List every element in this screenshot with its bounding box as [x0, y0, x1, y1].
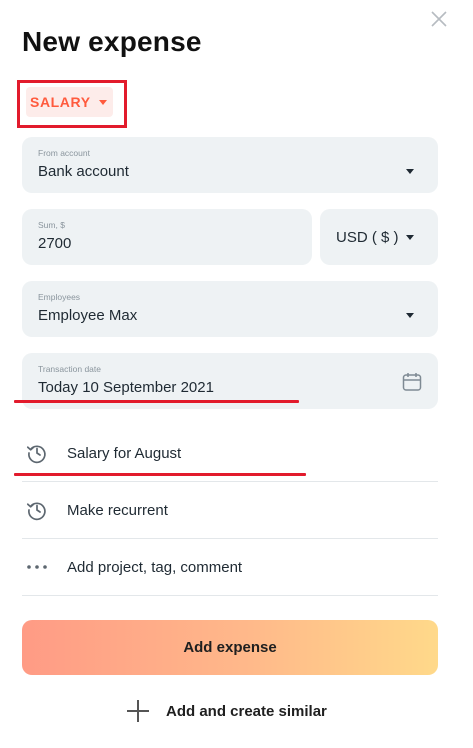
close-icon	[431, 11, 447, 27]
employees-select[interactable]: Employees Employee Max	[22, 281, 438, 337]
add-details-text: Add project, tag, comment	[67, 558, 243, 576]
category-dropdown[interactable]: SALARY	[26, 87, 113, 117]
page-title: New expense	[22, 26, 202, 57]
calendar-icon[interactable]	[402, 372, 422, 392]
chevron-down-icon	[98, 99, 107, 105]
chevron-down-icon	[406, 169, 414, 174]
category-label: SALARY	[30, 94, 91, 110]
transaction-date-label: Transaction date	[38, 364, 101, 374]
add-and-create-similar-label: Add and create similar	[166, 702, 327, 720]
make-recurrent-row[interactable]: Make recurrent	[22, 482, 438, 538]
history-icon	[22, 495, 52, 525]
add-and-create-similar-button[interactable]: Add and create similar	[126, 696, 327, 726]
history-icon	[22, 438, 52, 468]
add-expense-label: Add expense	[183, 639, 277, 656]
employees-label: Employees	[38, 292, 81, 302]
more-dots-icon	[22, 552, 52, 582]
add-details-row[interactable]: Add project, tag, comment	[22, 539, 438, 595]
chevron-down-icon	[406, 235, 414, 240]
chevron-down-icon	[406, 313, 414, 318]
transaction-date-value: Today 10 September 2021	[38, 379, 214, 396]
from-account-label: From account	[38, 148, 90, 158]
add-expense-button[interactable]: Add expense	[22, 620, 438, 675]
currency-select[interactable]: USD ( $ )	[320, 209, 438, 265]
close-button[interactable]	[430, 10, 448, 28]
divider	[22, 595, 438, 596]
sum-value: 2700	[38, 235, 72, 252]
annotation-underline-salary	[14, 473, 306, 476]
plus-icon	[126, 699, 150, 723]
from-account-select[interactable]: From account Bank account	[22, 137, 438, 193]
annotation-underline-date	[14, 400, 299, 403]
sum-input[interactable]: Sum, $ 2700	[22, 209, 312, 265]
currency-value: USD ( $ )	[336, 229, 399, 246]
from-account-value: Bank account	[38, 163, 129, 180]
sum-label: Sum, $	[38, 220, 65, 230]
description-text: Salary for August	[67, 444, 182, 462]
employees-value: Employee Max	[38, 307, 138, 324]
make-recurrent-text: Make recurrent	[67, 501, 168, 519]
